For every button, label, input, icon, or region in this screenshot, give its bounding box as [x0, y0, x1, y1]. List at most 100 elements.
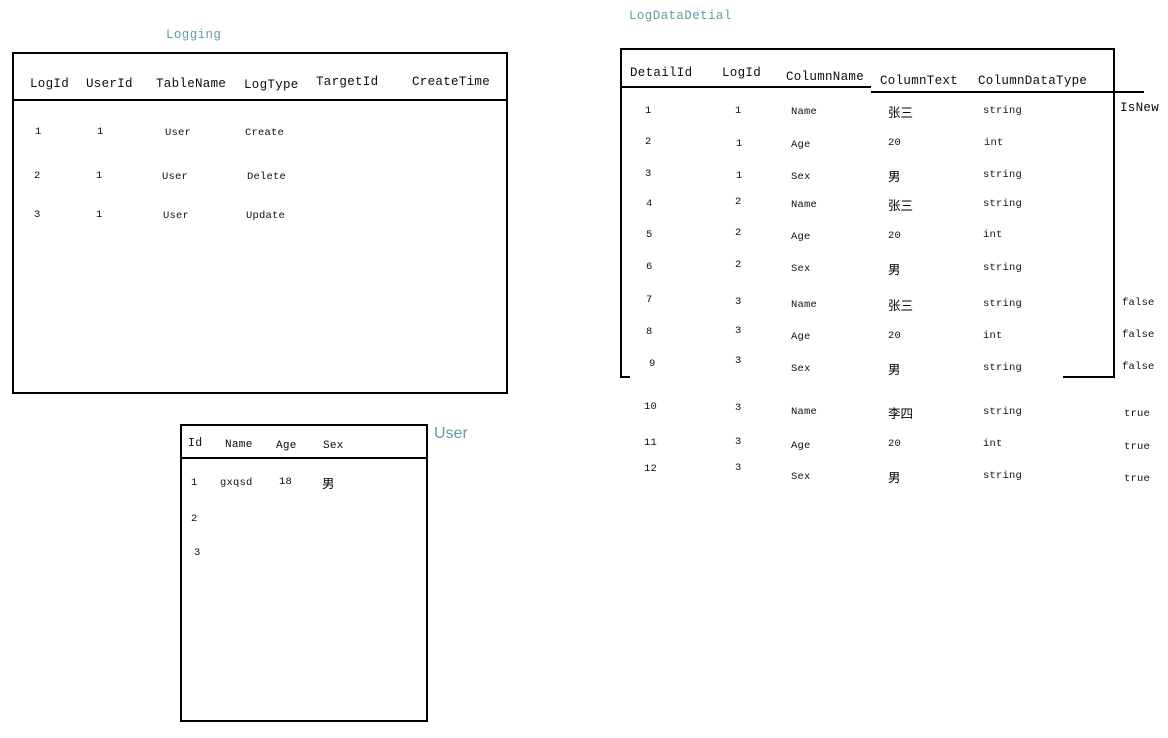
- user-header-age: Age: [276, 440, 297, 452]
- logdatadetial-cell-detailid: 7: [646, 294, 653, 306]
- logdatadetial-header-columntext: ColumnText: [880, 74, 959, 88]
- logdatadetial-header-detailid: DetailId: [630, 66, 693, 80]
- logdatadetial-cell-detailid: 12: [644, 463, 658, 475]
- logdatadetial-cell-columndatatype: string: [983, 262, 1023, 274]
- logdatadetial-header-isnew: IsNew: [1120, 101, 1160, 115]
- logging-header-logid: LogId: [30, 77, 70, 91]
- logdatadetial-header-divider-right: [871, 91, 1144, 93]
- logdatadetial-cell-isnew: true: [1124, 473, 1151, 485]
- logging-cell-tablename: User: [165, 127, 192, 139]
- logging-cell-logtype: Delete: [247, 171, 287, 183]
- logdatadetial-cell-columntext: 张三: [888, 198, 914, 213]
- logdatadetial-cell-columntext: 男: [888, 470, 901, 485]
- logging-cell-logtype: Create: [245, 127, 285, 139]
- logging-cell-logid: 1: [35, 126, 42, 138]
- diagram-canvas: Logging LogId UserId TableName LogType T…: [0, 0, 1168, 738]
- logdatadetial-cell-columnname: Sex: [791, 471, 811, 483]
- logdatadetial-cell-detailid: 11: [644, 437, 658, 449]
- logging-header-createtime: CreateTime: [412, 75, 491, 89]
- logdatadetial-cell-detailid: 3: [645, 168, 652, 180]
- logging-cell-userid: 1: [96, 170, 103, 182]
- logging-cell-logid: 2: [34, 170, 41, 182]
- logdatadetial-header-columnname: ColumnName: [786, 70, 865, 84]
- logdatadetial-cell-detailid: 10: [644, 401, 658, 413]
- logdatadetial-cell-isnew: true: [1124, 408, 1151, 420]
- logging-header-targetid: TargetId: [316, 75, 379, 89]
- user-header-divider: [181, 457, 427, 459]
- logdatadetial-cell-columndatatype: int: [983, 229, 1003, 241]
- user-box-bottom: [180, 720, 428, 722]
- logdatadetial-cell-columnname: Sex: [791, 363, 811, 375]
- logdatadetial-box-bottom-left-stub: [620, 376, 630, 378]
- logdatadetial-cell-columntext: 李四: [888, 406, 914, 421]
- logdatadetial-cell-columndatatype: string: [983, 298, 1023, 310]
- logdatadetial-box-top: [620, 48, 1115, 50]
- logdatadetial-cell-columnname: Sex: [791, 263, 811, 275]
- logdatadetial-cell-detailid: 9: [649, 358, 656, 370]
- user-cell-id: 3: [194, 547, 201, 559]
- logging-header-logtype: LogType: [244, 78, 299, 92]
- logdatadetial-cell-logid: 3: [735, 325, 742, 337]
- logdatadetial-cell-logid: 2: [735, 259, 742, 271]
- user-cell-name: gxqsd: [220, 477, 253, 489]
- logging-cell-userid: 1: [97, 126, 104, 138]
- logdatadetial-cell-columntext: 男: [888, 169, 901, 184]
- logdatadetial-cell-logid: 3: [735, 296, 742, 308]
- logdatadetial-cell-isnew: false: [1122, 361, 1155, 373]
- logdatadetial-cell-columntext: 20: [888, 230, 902, 242]
- user-box-left: [180, 424, 182, 722]
- logging-cell-userid: 1: [96, 209, 103, 221]
- logdatadetial-cell-detailid: 1: [645, 105, 652, 117]
- logdatadetial-cell-isnew: true: [1124, 441, 1151, 453]
- user-cell-id: 2: [191, 513, 198, 525]
- logdatadetial-cell-detailid: 2: [645, 136, 652, 148]
- user-cell-id: 1: [191, 477, 198, 489]
- logdatadetial-cell-logid: 3: [735, 355, 742, 367]
- logging-box-left: [12, 52, 14, 394]
- logging-table-title: Logging: [166, 28, 222, 42]
- logging-box-right: [506, 52, 508, 394]
- logdatadetial-cell-columnname: Age: [791, 139, 811, 151]
- user-box-right: [426, 424, 428, 722]
- logdatadetial-cell-logid: 3: [735, 462, 742, 474]
- logdatadetial-cell-columndatatype: string: [983, 105, 1023, 117]
- logdatadetial-cell-columndatatype: int: [983, 330, 1003, 342]
- logdatadetial-cell-columndatatype: string: [983, 406, 1023, 418]
- logdatadetial-cell-columnname: Age: [791, 440, 811, 452]
- logdatadetial-cell-columnname: Sex: [791, 171, 811, 183]
- logging-cell-logtype: Update: [246, 210, 286, 222]
- logdatadetial-cell-columndatatype: int: [983, 438, 1003, 450]
- user-header-id: Id: [188, 437, 203, 450]
- logdatadetial-header-divider-left: [621, 86, 871, 88]
- logdatadetial-box-left: [620, 48, 622, 378]
- logdatadetial-cell-logid: 1: [736, 138, 743, 150]
- logdatadetial-cell-detailid: 5: [646, 229, 653, 241]
- user-cell-age: 18: [279, 476, 293, 488]
- logdatadetial-box-bottom-right-stub: [1063, 376, 1115, 378]
- logging-header-userid: UserId: [86, 77, 133, 91]
- logdatadetial-box-right: [1113, 48, 1115, 378]
- logging-box-top: [12, 52, 508, 54]
- logging-cell-logid: 3: [34, 209, 41, 221]
- logdatadetial-cell-isnew: false: [1122, 297, 1155, 309]
- logdatadetial-cell-columntext: 20: [888, 330, 902, 342]
- logdatadetial-cell-columnname: Age: [791, 331, 811, 343]
- user-box-top: [180, 424, 428, 426]
- logging-cell-tablename: User: [162, 171, 189, 183]
- logdatadetial-header-columndatatype: ColumnDataType: [978, 74, 1088, 88]
- user-table-title: User: [434, 425, 468, 442]
- logdatadetial-cell-columndatatype: string: [983, 470, 1023, 482]
- logdatadetial-cell-columntext: 20: [888, 137, 902, 149]
- user-header-name: Name: [225, 439, 253, 451]
- logdatadetial-cell-isnew: false: [1122, 329, 1155, 341]
- logdatadetial-cell-detailid: 8: [646, 326, 653, 338]
- logdatadetial-cell-columnname: Name: [791, 406, 818, 418]
- logging-box-bottom: [12, 392, 508, 394]
- logdatadetial-cell-columntext: 男: [888, 262, 901, 277]
- logdatadetial-table-title: LogDataDetial: [629, 9, 732, 23]
- logdatadetial-cell-columnname: Name: [791, 199, 818, 211]
- logging-cell-tablename: User: [163, 210, 190, 222]
- user-header-sex: Sex: [323, 440, 344, 452]
- logdatadetial-cell-columndatatype: string: [983, 169, 1023, 181]
- logdatadetial-cell-columnname: Name: [791, 299, 818, 311]
